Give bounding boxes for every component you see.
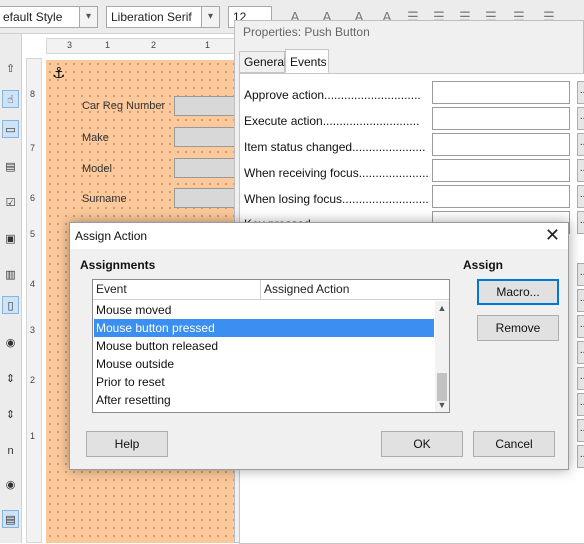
label-icon[interactable]: ▤	[2, 158, 19, 176]
push-button-icon[interactable]: ▯	[2, 296, 19, 314]
radio-icon[interactable]: ◉	[2, 334, 19, 352]
event-browse-button[interactable]: ...	[577, 185, 584, 208]
event-label: When losing focus.......................…	[244, 192, 429, 206]
tab-events[interactable]: Events	[285, 49, 329, 73]
event-action-field[interactable]	[432, 81, 570, 104]
combo-icon[interactable]: ▥	[2, 266, 19, 284]
spin-icon[interactable]: ⇕	[2, 406, 19, 424]
spin-icon[interactable]: ⇕	[2, 370, 19, 388]
event-label: Item status changed.....................…	[244, 140, 426, 154]
form-text-field[interactable]	[174, 158, 236, 178]
event-label: Approve action..........................…	[244, 88, 421, 102]
ruler-tick-label: 2	[151, 40, 157, 50]
event-action-field[interactable]	[432, 159, 570, 182]
ruler-tick-label: 4	[30, 279, 36, 289]
chevron-down-icon[interactable]: ▼	[435, 398, 449, 412]
tab-general[interactable]: General	[239, 51, 287, 73]
scrollbar-thumb[interactable]	[437, 373, 447, 401]
event-label: Execute action..........................…	[244, 114, 420, 128]
ruler-tick-label: 3	[30, 325, 36, 335]
event-browse-button[interactable]: ...	[577, 315, 584, 338]
list-item[interactable]: Mouse outside	[94, 355, 434, 373]
anchor-icon[interactable]: ⚓	[52, 64, 65, 82]
form-text-field[interactable]	[174, 188, 236, 208]
event-browse-button[interactable]: ...	[577, 211, 584, 234]
list-item-selected[interactable]: Mouse button pressed	[94, 319, 434, 337]
dialog-titlebar[interactable]: Assign Action ✕	[70, 223, 568, 249]
ruler-tick-label: 1	[105, 40, 111, 50]
ruler-tick-label: 7	[30, 143, 36, 153]
form-label: Car Reg Number	[82, 100, 166, 112]
column-header-event[interactable]: Event	[96, 282, 127, 296]
ruler-tick-label: 6	[30, 193, 36, 203]
properties-title: Properties: Push Button	[243, 25, 370, 39]
column-divider[interactable]	[260, 280, 261, 300]
list-item[interactable]: Mouse button released	[94, 337, 434, 355]
help-button[interactable]: Help	[86, 431, 168, 457]
macro-button[interactable]: Macro...	[477, 279, 559, 305]
assign-action-dialog: Assign Action ✕ Assignments Assign Event…	[69, 222, 569, 470]
ruler-tick-label: 8	[30, 89, 36, 99]
event-browse-button[interactable]: ...	[577, 289, 584, 312]
list-header: Event Assigned Action	[93, 280, 449, 300]
checkbox-icon[interactable]: ☑	[2, 194, 19, 212]
assign-heading: Assign	[463, 258, 504, 272]
push-button-icon[interactable]: ☝	[2, 90, 19, 108]
ruler-tick-label: 2	[30, 375, 36, 385]
chevron-up-icon[interactable]: ▲	[435, 301, 449, 315]
column-header-assigned-action[interactable]: Assigned Action	[264, 282, 349, 296]
event-action-field[interactable]	[432, 107, 570, 130]
select-icon[interactable]: ⇧	[2, 60, 19, 78]
dialog-title: Assign Action	[75, 229, 148, 243]
event-browse-button[interactable]: ...	[577, 133, 584, 156]
form-text-field[interactable]	[174, 96, 236, 116]
form-label: Model	[82, 163, 112, 175]
ruler-tick-label: 5	[30, 229, 36, 239]
font-name-combo[interactable]: Liberation Serif ▾	[106, 6, 220, 28]
chevron-down-icon[interactable]: ▾	[201, 7, 219, 27]
form-label: Make	[82, 132, 109, 144]
ruler-tick-label: 3	[67, 40, 73, 50]
list-item[interactable]: Mouse moved	[94, 301, 434, 319]
event-browse-button[interactable]: ...	[577, 263, 584, 286]
event-label: When receiving focus....................…	[244, 166, 430, 180]
ok-button[interactable]: OK	[381, 431, 463, 457]
close-icon[interactable]: ✕	[545, 225, 560, 245]
vertical-ruler: 8 7 6 5 4 3 2 1	[26, 58, 42, 543]
ruler-tick-label: 1	[205, 40, 211, 50]
event-browse-button[interactable]: ...	[577, 81, 584, 104]
horizontal-ruler: 3 1 2 1	[46, 38, 238, 54]
paragraph-style-value: efault Style	[3, 10, 63, 24]
remove-button[interactable]: Remove	[477, 315, 559, 341]
event-browse-button[interactable]: ...	[577, 367, 584, 390]
form-controls-sidebar: ⇧ ☝ ▭ ▤ ☑ ▣ ▥ ▯ ◉ ⇕ ⇕ n ◉ ▤	[0, 34, 22, 543]
list-scrollbar[interactable]: ▲ ▼	[435, 301, 449, 412]
event-browse-button[interactable]: ...	[577, 341, 584, 364]
form-label: Surname	[82, 193, 127, 205]
event-browse-button[interactable]: ...	[577, 159, 584, 182]
event-browse-button[interactable]: ...	[577, 445, 584, 468]
text-box-icon[interactable]: ▭	[2, 120, 19, 138]
image-icon[interactable]: ▣	[2, 230, 19, 248]
list-item[interactable]: After resetting	[94, 391, 434, 409]
event-action-field[interactable]	[432, 185, 570, 208]
font-name-value: Liberation Serif	[111, 10, 192, 24]
assignments-heading: Assignments	[80, 258, 156, 272]
paragraph-style-combo[interactable]: efault Style ▾	[0, 6, 98, 28]
cancel-button[interactable]: Cancel	[473, 431, 555, 457]
event-browse-button[interactable]: ...	[577, 107, 584, 130]
ruler-tick-label: 1	[30, 431, 36, 441]
document-icon[interactable]: ▤	[2, 510, 19, 528]
event-action-field[interactable]	[432, 133, 570, 156]
navigation-icon[interactable]: n	[2, 442, 19, 460]
assignments-list[interactable]: Event Assigned Action Mouse moved Mouse …	[92, 279, 450, 413]
list-item[interactable]: Prior to reset	[94, 373, 434, 391]
form-text-field[interactable]	[174, 127, 236, 147]
option-icon[interactable]: ◉	[2, 476, 19, 494]
event-browse-button[interactable]: ...	[577, 419, 584, 442]
chevron-down-icon[interactable]: ▾	[79, 7, 97, 27]
event-browse-button[interactable]: ...	[577, 393, 584, 416]
